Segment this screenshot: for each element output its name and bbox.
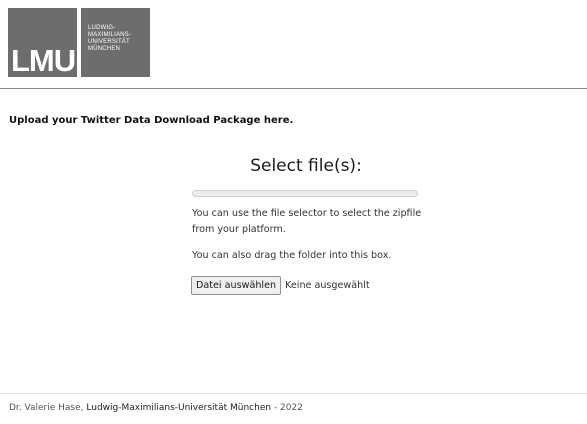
upload-progress-bar xyxy=(192,190,418,197)
upload-title: Select file(s): xyxy=(250,156,362,176)
lmu-logo-mark: LMU xyxy=(8,8,77,77)
logo-line-4: MÜNCHEN xyxy=(88,46,121,52)
lmu-logo-text: LUDWIG- MAXIMILIANS- UNIVERSITÄT MÜNCHEN xyxy=(88,25,131,53)
logo-line-2: MAXIMILIANS- xyxy=(88,32,132,38)
logo-line-1: LUDWIG- xyxy=(88,25,116,31)
header-divider xyxy=(0,88,587,89)
upload-hint-drag: You can also drag the folder into this b… xyxy=(192,250,392,261)
lmu-logo-abbr: LMU xyxy=(11,43,76,78)
footer-institution: Ludwig-Maximilians-Universität München xyxy=(86,403,272,413)
lmu-logo: LMU LUDWIG- MAXIMILIANS- UNIVERSITÄT MÜN… xyxy=(8,8,150,77)
file-selection-status: Keine ausgewählt xyxy=(285,280,370,291)
logo-line-3: UNIVERSITÄT xyxy=(88,39,130,45)
lmu-logo-wordmark: LUDWIG- MAXIMILIANS- UNIVERSITÄT MÜNCHEN xyxy=(81,8,150,77)
choose-file-button[interactable]: Datei auswählen xyxy=(191,276,282,295)
upload-hint-selector: You can use the file selector to select … xyxy=(192,208,422,235)
upload-intro: Upload your Twitter Data Download Packag… xyxy=(9,115,294,126)
page-footer: Dr. Valerie Hase, Ludwig-Maximilians-Uni… xyxy=(9,403,303,413)
upload-dropzone[interactable]: Select file(s): You can use the file sel… xyxy=(186,150,436,295)
footer-author: Dr. Valerie Hase, xyxy=(9,403,84,413)
file-input-row: Datei auswählen Keine ausgewählt xyxy=(191,276,436,295)
footer-divider xyxy=(0,393,587,394)
footer-year: - 2022 xyxy=(273,403,303,413)
